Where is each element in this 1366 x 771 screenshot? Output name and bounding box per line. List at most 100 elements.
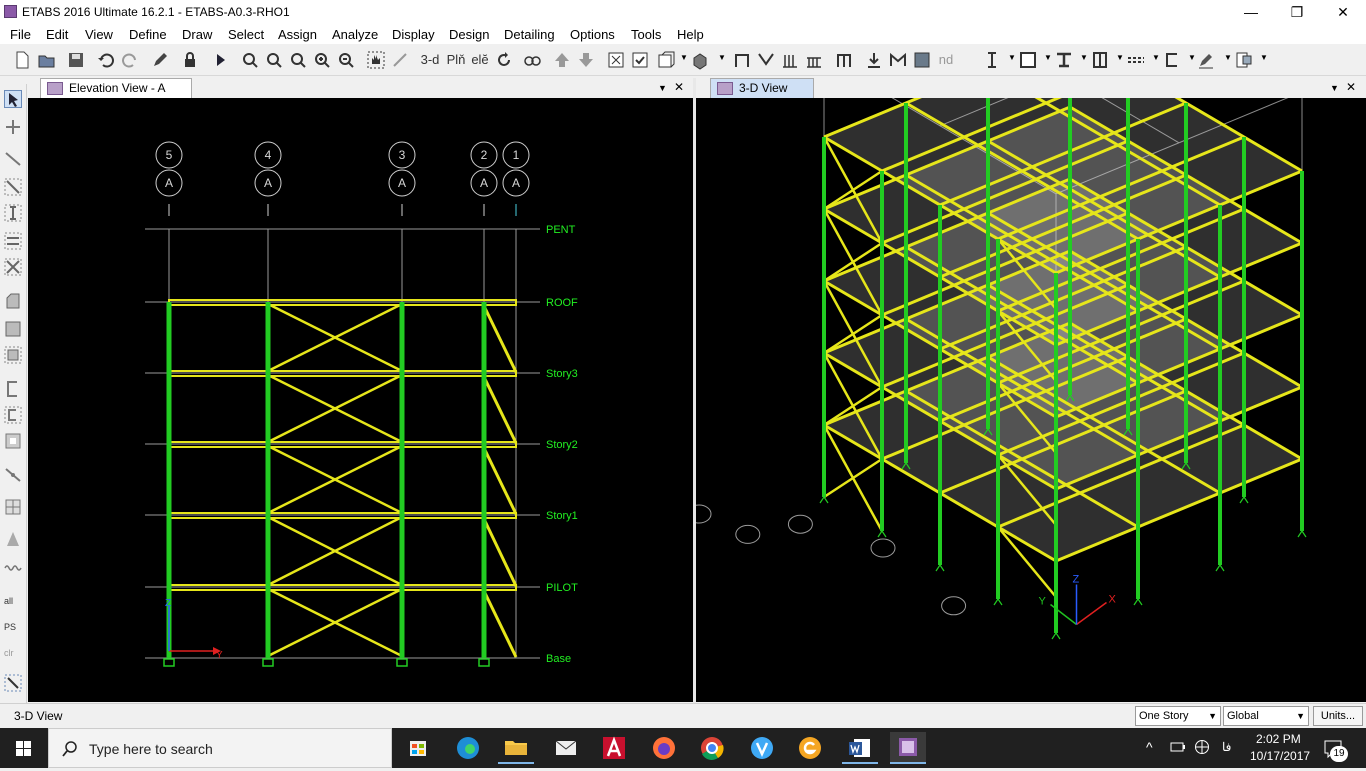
menu-help[interactable]: Help — [677, 27, 704, 42]
start-button[interactable] — [0, 728, 48, 768]
clock-date[interactable]: 10/17/2017 — [1250, 749, 1310, 763]
reshape-icon[interactable] — [4, 118, 22, 136]
render-icon[interactable] — [912, 50, 932, 70]
close-button[interactable]: ✕ — [1320, 0, 1366, 24]
menu-tools[interactable]: Tools — [631, 27, 661, 42]
deformed-shape-icon[interactable] — [888, 50, 908, 70]
menu-analyze[interactable]: Analyze — [332, 27, 378, 42]
draw-column-icon[interactable] — [4, 204, 22, 222]
file-explorer-icon[interactable] — [498, 732, 534, 764]
quick-draw-wall-icon[interactable] — [4, 406, 22, 424]
menu-options[interactable]: Options — [570, 27, 615, 42]
clock-time[interactable]: 2:02 PM — [1256, 732, 1301, 746]
save-icon[interactable] — [66, 50, 86, 70]
taskbar-search[interactable]: Type here to search — [48, 728, 392, 768]
firefox-icon[interactable] — [646, 732, 682, 764]
app-icon[interactable] — [4, 5, 17, 18]
dropdown-arrow-icon[interactable]: ▼ — [1080, 53, 1088, 62]
draw-line-icon[interactable] — [4, 150, 22, 168]
move-down-icon[interactable] — [576, 50, 596, 70]
menu-assign[interactable]: Assign — [278, 27, 317, 42]
maximize-button[interactable]: ❐ — [1274, 0, 1320, 24]
drawing-sheet-icon[interactable] — [1234, 50, 1254, 70]
select-all-button[interactable]: all — [4, 596, 22, 614]
draw-beam-region-icon[interactable] — [4, 232, 22, 250]
pan-icon[interactable] — [366, 50, 386, 70]
dropdown-arrow-icon[interactable]: ▼ — [1260, 53, 1268, 62]
plan-view-button[interactable]: Plň — [446, 50, 466, 70]
snap-icon[interactable] — [4, 674, 22, 692]
units-button[interactable]: Units... — [1313, 706, 1363, 726]
draw-opening-icon[interactable] — [4, 432, 22, 450]
draw-wall-icon[interactable] — [4, 380, 22, 398]
panel-close-icon[interactable]: ✕ — [674, 80, 684, 94]
dropdown-arrow-icon[interactable]: ▼ — [680, 53, 688, 62]
menu-display[interactable]: Display — [392, 27, 435, 42]
zoom-extents-icon[interactable] — [264, 50, 284, 70]
open-icon[interactable] — [36, 50, 56, 70]
menu-edit[interactable]: Edit — [46, 27, 68, 42]
mail-icon[interactable] — [548, 732, 584, 764]
rotate-icon[interactable] — [494, 50, 514, 70]
frame-section-icon[interactable] — [834, 50, 854, 70]
draw-rect-floor-icon[interactable] — [4, 320, 22, 338]
nd-button[interactable]: nd — [936, 50, 956, 70]
set-display-icon[interactable] — [606, 50, 626, 70]
floor-icon[interactable] — [804, 50, 824, 70]
word-icon[interactable] — [842, 732, 878, 764]
dropdown-arrow-icon[interactable]: ▼ — [1116, 53, 1124, 62]
menu-view[interactable]: View — [85, 27, 113, 42]
edge-icon[interactable] — [450, 732, 486, 764]
run-analysis-icon[interactable] — [210, 50, 230, 70]
brace-icon[interactable] — [756, 50, 776, 70]
steel-beam-icon[interactable] — [1054, 50, 1074, 70]
pencil-icon[interactable] — [150, 50, 170, 70]
move-up-icon[interactable] — [552, 50, 572, 70]
elevation-viewport[interactable]: 5 A 4 A 3 A 2 A 1 A PENT ROOF Story3 Story2 Story1 PILO… — [28, 98, 693, 702]
menu-file[interactable]: File — [10, 27, 31, 42]
clear-selection-button[interactable]: clr — [4, 648, 22, 666]
draw-spring-icon[interactable] — [4, 558, 22, 576]
draw-link-icon[interactable] — [4, 466, 22, 484]
joint-load-icon[interactable] — [864, 50, 884, 70]
dropdown-arrow-icon[interactable]: ▼ — [1152, 53, 1160, 62]
panel-close-icon[interactable]: ✕ — [1346, 80, 1356, 94]
check-icon[interactable] — [630, 50, 650, 70]
wall-icon[interactable] — [780, 50, 800, 70]
menu-select[interactable]: Select — [228, 27, 264, 42]
panel-menu-arrow-icon[interactable]: ▼ — [1330, 83, 1339, 93]
draw-floor-icon[interactable] — [4, 292, 22, 310]
draw-grid-icon[interactable] — [4, 498, 22, 516]
extrude-icon[interactable] — [690, 50, 710, 70]
chrome-icon[interactable] — [694, 732, 730, 764]
redo-icon[interactable] — [120, 50, 140, 70]
draw-beam-icon[interactable] — [4, 178, 22, 196]
undo-icon[interactable] — [96, 50, 116, 70]
dropdown-arrow-icon[interactable]: ▼ — [1044, 53, 1052, 62]
etabs-taskbar-icon[interactable] — [890, 732, 926, 764]
composite-beam-icon[interactable] — [1126, 50, 1146, 70]
story-mode-select[interactable]: One Story ▼ — [1135, 706, 1221, 726]
perspective-icon[interactable] — [522, 50, 542, 70]
eset-icon[interactable] — [792, 732, 828, 764]
concrete-design-icon[interactable] — [1018, 50, 1038, 70]
pointer-icon[interactable] — [4, 90, 22, 108]
tab-elevation-view[interactable]: Elevation View - A — [40, 78, 192, 98]
minimize-button[interactable]: — — [1228, 0, 1274, 24]
lock-icon[interactable] — [180, 50, 200, 70]
menu-define[interactable]: Define — [129, 27, 167, 42]
draw-brace-icon[interactable] — [4, 258, 22, 276]
tray-expand-icon[interactable]: ^ — [1146, 739, 1153, 755]
dropdown-arrow-icon[interactable]: ▼ — [718, 53, 726, 62]
steel-column-icon[interactable] — [1090, 50, 1110, 70]
quick-draw-floor-icon[interactable] — [4, 346, 22, 364]
zoom-in-icon[interactable] — [312, 50, 332, 70]
store-icon[interactable] — [400, 732, 436, 764]
draw-dimension-icon[interactable] — [4, 530, 22, 548]
select-column-icon[interactable] — [982, 50, 1002, 70]
detailing-pen-icon[interactable] — [1196, 50, 1216, 70]
object-view-icon[interactable] — [656, 50, 676, 70]
3d-viewport[interactable]: X Y Z — [696, 98, 1366, 702]
zoom-out-icon[interactable] — [336, 50, 356, 70]
rubber-band-icon[interactable] — [390, 50, 410, 70]
